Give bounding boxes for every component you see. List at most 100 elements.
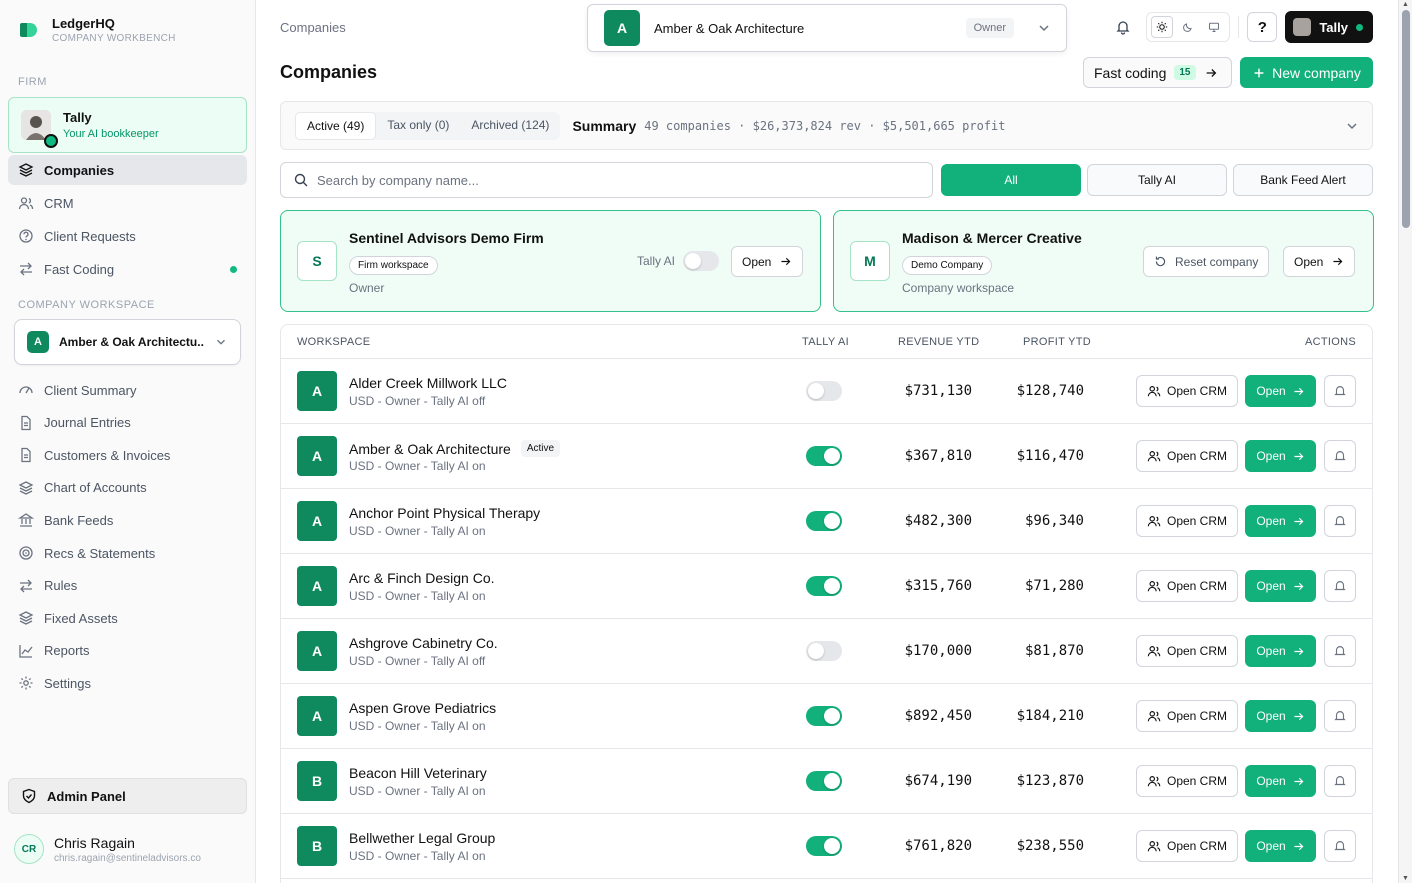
sidebar-item-fixed-assets[interactable]: Fixed Assets bbox=[8, 603, 247, 633]
tally-ai-toggle[interactable] bbox=[806, 641, 842, 661]
open-button[interactable]: Open bbox=[1245, 765, 1316, 797]
open-crm-button[interactable]: Open CRM bbox=[1136, 505, 1238, 537]
open-button[interactable]: Open bbox=[1245, 635, 1316, 667]
sidebar-item-rules[interactable]: Rules bbox=[8, 571, 247, 601]
light-theme-button[interactable] bbox=[1151, 16, 1174, 38]
open-button[interactable]: Open bbox=[1245, 375, 1316, 407]
demo-company-card[interactable]: M Madison & Mercer Creative Demo Company… bbox=[833, 210, 1374, 312]
open-button[interactable]: Open bbox=[1245, 440, 1316, 472]
sidebar-item-label: Journal Entries bbox=[44, 415, 131, 431]
sidebar-item-recs-and-statements[interactable]: Recs & Statements bbox=[8, 538, 247, 568]
card-tag: Demo Company bbox=[902, 256, 993, 275]
tab-active-49[interactable]: Active (49) bbox=[295, 111, 377, 140]
new-company-button[interactable]: New company bbox=[1240, 57, 1373, 88]
scrollbar[interactable]: ▲ ▼ bbox=[1398, 0, 1412, 883]
sidebar-item-reports[interactable]: Reports bbox=[8, 636, 247, 666]
sidebar-item-client-summary[interactable]: Client Summary bbox=[8, 375, 247, 405]
company-name[interactable]: Bellwether Legal Group bbox=[349, 830, 495, 846]
filter-tally-ai[interactable]: Tally AI bbox=[1087, 164, 1227, 196]
table-row[interactable]: A Arc & Finch Design Co. USD - Owner - Tal… bbox=[281, 554, 1372, 619]
dark-theme-button[interactable] bbox=[1177, 16, 1199, 38]
tally-ai-toggle[interactable] bbox=[806, 381, 842, 401]
scroll-up-icon[interactable]: ▲ bbox=[1402, 1, 1409, 8]
company-avatar: B bbox=[297, 761, 337, 801]
fast-coding-button[interactable]: Fast coding 15 bbox=[1083, 57, 1232, 88]
company-name[interactable]: Anchor Point Physical Therapy bbox=[349, 505, 540, 521]
open-button[interactable]: Open bbox=[1283, 246, 1356, 277]
table-row[interactable]: A Ashgrove Cabinetry Co. USD - Owner - Tal… bbox=[281, 619, 1372, 684]
tally-ai-toggle[interactable] bbox=[806, 706, 842, 726]
tally-ai-toggle[interactable] bbox=[806, 836, 842, 856]
table-row[interactable]: B Beacon Hill Veterinary USD - Owner - Tal… bbox=[281, 749, 1372, 814]
firm-workspace-card[interactable]: S Sentinel Advisors Demo Firm Firm works… bbox=[280, 210, 821, 312]
alerts-button[interactable] bbox=[1324, 830, 1356, 862]
alerts-button[interactable] bbox=[1324, 635, 1356, 667]
chevron-down-icon[interactable] bbox=[1344, 118, 1360, 134]
open-crm-button[interactable]: Open CRM bbox=[1136, 700, 1238, 732]
open-button[interactable]: Open bbox=[1245, 505, 1316, 537]
tally-ai-toggle[interactable] bbox=[806, 771, 842, 791]
open-crm-button[interactable]: Open CRM bbox=[1136, 765, 1238, 797]
sidebar-item-settings[interactable]: Settings bbox=[8, 668, 247, 698]
company-name[interactable]: Beacon Hill Veterinary bbox=[349, 765, 487, 781]
tally-ai-toggle[interactable] bbox=[806, 576, 842, 596]
open-crm-button[interactable]: Open CRM bbox=[1136, 440, 1238, 472]
company-name[interactable]: Aspen Grove Pediatrics bbox=[349, 700, 496, 716]
alerts-button[interactable] bbox=[1324, 765, 1356, 797]
company-name[interactable]: Alder Creek Millwork LLC bbox=[349, 375, 507, 391]
open-button[interactable]: Open bbox=[731, 246, 804, 277]
filter-bank-feed-alert[interactable]: Bank Feed Alert bbox=[1233, 164, 1373, 196]
system-theme-button[interactable] bbox=[1203, 16, 1225, 38]
open-crm-button[interactable]: Open CRM bbox=[1136, 635, 1238, 667]
open-crm-button[interactable]: Open CRM bbox=[1136, 375, 1238, 407]
sidebar-item-bank-feeds[interactable]: Bank Feeds bbox=[8, 505, 247, 535]
sidebar-item-crm[interactable]: CRM bbox=[8, 188, 247, 218]
open-crm-button[interactable]: Open CRM bbox=[1136, 830, 1238, 862]
table-row[interactable]: A Alder Creek Millwork LLC USD - Owner - T… bbox=[281, 359, 1372, 424]
table-row[interactable]: A Anchor Point Physical Therapy USD - Owne… bbox=[281, 489, 1372, 554]
alerts-button[interactable] bbox=[1324, 570, 1356, 602]
table-row[interactable]: A Aspen Grove Pediatrics USD - Owner - Tal… bbox=[281, 684, 1372, 749]
tally-ai-toggle[interactable] bbox=[806, 511, 842, 531]
table-row[interactable]: A Amber & Oak Architecture Active USD - Own… bbox=[281, 424, 1372, 489]
help-button[interactable]: ? bbox=[1247, 12, 1278, 42]
sidebar-item-client-requests[interactable]: Client Requests bbox=[8, 221, 247, 251]
table-row[interactable]: B Bellwether Legal Group USD - Owner - Tal… bbox=[281, 814, 1372, 879]
tally-assistant-card[interactable]: Tally Your AI bookkeeper bbox=[8, 97, 247, 153]
open-crm-button[interactable]: Open CRM bbox=[1136, 570, 1238, 602]
workspace-selector[interactable]: A Amber & Oak Architectu... bbox=[14, 319, 241, 365]
company-name[interactable]: Arc & Finch Design Co. bbox=[349, 570, 495, 586]
filter-all[interactable]: All bbox=[941, 164, 1081, 196]
tally-ai-toggle[interactable] bbox=[683, 251, 719, 271]
company-meta: USD - Owner - Tally AI on bbox=[349, 719, 486, 733]
sidebar-item-journal-entries[interactable]: Journal Entries bbox=[8, 408, 247, 438]
alerts-button[interactable] bbox=[1324, 700, 1356, 732]
scrollbar-thumb[interactable] bbox=[1402, 10, 1410, 228]
brand[interactable]: LedgerHQ COMPANY WORKBENCH bbox=[18, 16, 176, 44]
open-button[interactable]: Open bbox=[1245, 700, 1316, 732]
tally-ai-toggle[interactable] bbox=[806, 446, 842, 466]
company-name[interactable]: Ashgrove Cabinetry Co. bbox=[349, 635, 498, 651]
open-button[interactable]: Open bbox=[1245, 830, 1316, 862]
sidebar-item-customers-and-invoices[interactable]: Customers & Invoices bbox=[8, 440, 247, 470]
reset-company-button[interactable]: Reset company bbox=[1143, 246, 1270, 277]
company-switcher[interactable]: A Amber & Oak Architecture Owner bbox=[587, 4, 1067, 52]
admin-panel-button[interactable]: Admin Panel bbox=[8, 778, 247, 814]
summary-bar: Active (49) Tax only (0) Archived (124) Su… bbox=[280, 101, 1373, 150]
alerts-button[interactable] bbox=[1324, 505, 1356, 537]
sidebar-item-chart-of-accounts[interactable]: Chart of Accounts bbox=[8, 473, 247, 503]
notifications-button[interactable] bbox=[1108, 12, 1138, 42]
open-button[interactable]: Open bbox=[1245, 570, 1316, 602]
alerts-button[interactable] bbox=[1324, 440, 1356, 472]
scroll-down-icon[interactable]: ▼ bbox=[1402, 875, 1409, 882]
search-input[interactable] bbox=[317, 172, 932, 188]
sidebar-item-fast-coding[interactable]: Fast Coding bbox=[8, 254, 247, 284]
tally-button[interactable]: Tally bbox=[1285, 11, 1373, 43]
breadcrumb[interactable]: Companies bbox=[280, 20, 346, 35]
tab-tax-only-0[interactable]: Tax only (0) bbox=[376, 112, 460, 140]
company-name[interactable]: Amber & Oak Architecture bbox=[349, 441, 511, 457]
user-profile[interactable]: CR Chris Ragain chris.ragain@sentineladv… bbox=[14, 834, 201, 864]
sidebar-item-companies[interactable]: Companies bbox=[8, 155, 247, 185]
alerts-button[interactable] bbox=[1324, 375, 1356, 407]
tab-archived-124[interactable]: Archived (124) bbox=[460, 112, 560, 140]
